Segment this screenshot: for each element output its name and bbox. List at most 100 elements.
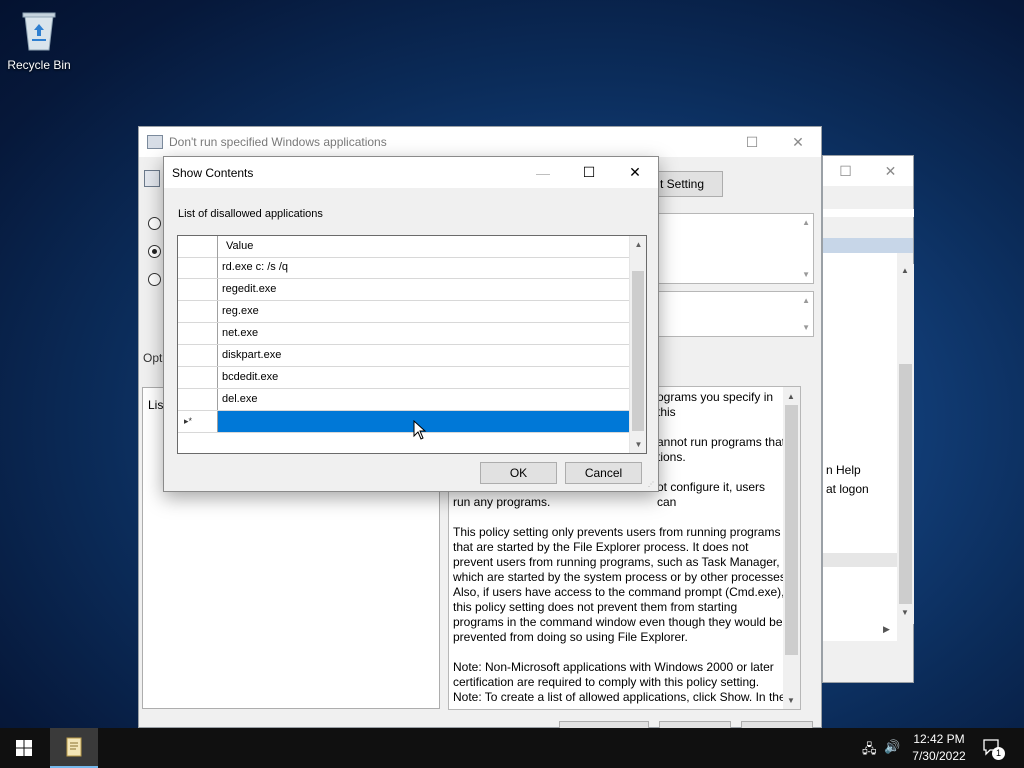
back-window-item[interactable]: n Help	[826, 463, 861, 477]
row-header[interactable]	[178, 323, 218, 344]
back-window-maximize-button[interactable]: ☐	[823, 156, 868, 186]
help-line: ograms you specify in this	[657, 390, 774, 419]
grid-scroll-thumb[interactable]	[632, 271, 644, 431]
policy-titlebar[interactable]: Don't run specified Windows applications…	[139, 127, 821, 157]
scroll-right-icon[interactable]: ▶	[883, 624, 890, 635]
not-configured-radio[interactable]	[148, 217, 161, 230]
scroll-up-icon[interactable]: ▲	[901, 266, 909, 275]
grid-header-row: Value	[178, 236, 629, 258]
help-paragraph: Note: Non-Microsoft applications with Wi…	[453, 660, 774, 689]
recycle-bin-icon	[19, 8, 59, 52]
dialog-title: Show Contents	[172, 165, 254, 180]
disabled-radio[interactable]	[148, 273, 161, 286]
row-header[interactable]	[178, 257, 218, 278]
dialog-close-button[interactable]: ✕	[612, 158, 658, 188]
help-scroll-thumb[interactable]	[785, 405, 798, 655]
background-window: ☐ ✕ n Help at logon ▲ ▼ ▶	[822, 155, 914, 683]
value-column-header[interactable]: Value	[218, 236, 629, 257]
taskbar-policy-editor-app[interactable]	[50, 728, 98, 768]
table-row[interactable]: regedit.exe	[178, 279, 629, 301]
policy-close-button[interactable]: ✕	[775, 127, 821, 157]
policy-setting-icon	[144, 170, 160, 187]
grid-scroll-up-icon[interactable]: ▲	[630, 236, 647, 253]
table-row[interactable]: del.exe	[178, 389, 629, 411]
policy-maximize-button[interactable]: ☐	[729, 127, 775, 157]
help-paragraph: Note: To create a list of allowed applic…	[453, 690, 786, 704]
back-window-tree: n Help at logon	[823, 253, 897, 641]
resize-grip-icon[interactable]: ⋰	[648, 481, 656, 489]
row-value[interactable]: regedit.exe	[218, 279, 629, 300]
scroll-down-icon[interactable]: ▼	[901, 608, 909, 617]
comment-scroll-up-icon[interactable]: ▲	[802, 218, 810, 227]
back-window-close-button[interactable]: ✕	[868, 156, 913, 186]
dialog-maximize-button[interactable]: ☐	[566, 158, 612, 188]
row-value[interactable]: bcdedit.exe	[218, 367, 629, 388]
comment-textbox[interactable]: ▲ ▼	[657, 213, 814, 284]
table-row[interactable]: reg.exe	[178, 301, 629, 323]
table-row[interactable]: bcdedit.exe	[178, 367, 629, 389]
next-setting-label: t Setting	[660, 177, 705, 191]
row-header[interactable]	[178, 389, 218, 410]
recycle-bin-desktop-icon[interactable]: Recycle Bin	[4, 6, 74, 78]
new-row-marker: ▸*	[178, 411, 218, 432]
supported-on-textbox: ▲ ▼	[657, 291, 814, 337]
taskbar: 🖧 🔊 12:42 PM 7/30/2022 1	[0, 728, 1024, 768]
help-scroll-up-icon[interactable]: ▲	[787, 389, 795, 404]
row-value[interactable]: del.exe	[218, 389, 629, 410]
new-entry-row[interactable]: ▸*	[178, 411, 629, 433]
ok-button-label: OK	[509, 466, 528, 480]
row-value[interactable]: net.exe	[218, 323, 629, 344]
back-window-item[interactable]: at logon	[826, 482, 869, 496]
row-value[interactable]: reg.exe	[218, 301, 629, 322]
scroll-document-icon	[66, 737, 82, 757]
clock[interactable]: 12:42 PM 7/30/2022	[900, 731, 978, 765]
table-row[interactable]: net.exe	[178, 323, 629, 345]
row-header[interactable]	[178, 279, 218, 300]
row-value[interactable]: diskpart.exe	[218, 345, 629, 366]
grid-scroll-down-icon[interactable]: ▼	[630, 436, 647, 453]
help-scrollbar[interactable]: ▲ ▼	[783, 387, 800, 709]
dialog-minimize-button[interactable]: —	[520, 158, 566, 188]
scroll-thumb[interactable]	[899, 364, 912, 604]
ok-button[interactable]: OK	[480, 462, 557, 484]
volume-icon[interactable]: 🔊	[884, 739, 900, 755]
start-button[interactable]	[0, 728, 48, 768]
cancel-button[interactable]: Cancel	[565, 462, 642, 484]
help-paragraph: This policy setting only prevents users …	[453, 525, 790, 644]
help-line: tions.	[657, 450, 686, 464]
row-value[interactable]: rd.exe c: /s /q	[218, 257, 629, 278]
table-row[interactable]: rd.exe c: /s /q	[178, 257, 629, 279]
back-window-hover-row	[823, 553, 897, 567]
mouse-cursor-icon	[413, 419, 427, 443]
options-label: Opti	[143, 351, 166, 365]
supported-scroll-up-icon[interactable]: ▲	[802, 296, 810, 305]
disallowed-apps-grid[interactable]: Value rd.exe c: /s /q regedit.exe reg.ex…	[177, 235, 647, 454]
row-header-corner	[178, 236, 218, 257]
supported-scroll-down-icon[interactable]: ▼	[802, 323, 810, 332]
back-window-toolbar-strip	[823, 209, 914, 217]
grid-scrollbar[interactable]: ▲ ▼	[629, 236, 646, 453]
row-header[interactable]	[178, 367, 218, 388]
action-center-icon[interactable]: 1	[982, 738, 1005, 760]
policy-window-icon	[147, 135, 163, 149]
notification-badge: 1	[992, 747, 1005, 760]
clock-time: 12:42 PM	[913, 732, 965, 746]
network-icon[interactable]: 🖧	[862, 740, 877, 762]
row-header[interactable]	[178, 301, 218, 322]
clock-date: 7/30/2022	[912, 749, 966, 763]
table-row[interactable]: diskpart.exe	[178, 345, 629, 367]
cancel-button-label: Cancel	[584, 466, 623, 480]
help-scroll-down-icon[interactable]: ▼	[787, 693, 795, 708]
comment-scroll-down-icon[interactable]: ▼	[802, 270, 810, 279]
row-header[interactable]	[178, 345, 218, 366]
policy-window-title: Don't run specified Windows applications	[169, 135, 387, 149]
recycle-bin-label: Recycle Bin	[7, 58, 71, 72]
dialog-titlebar[interactable]: Show Contents — ☐ ✕	[164, 157, 658, 188]
back-window-selected-row	[823, 238, 913, 253]
windows-logo-icon	[16, 740, 32, 756]
help-line: run any programs.	[453, 495, 551, 509]
back-window-scrollbar[interactable]: ▲ ▼	[897, 264, 914, 624]
help-line: annot run programs that	[657, 435, 786, 449]
show-contents-dialog: Show Contents — ☐ ✕ List of disallowed a…	[163, 156, 659, 492]
enabled-radio[interactable]	[148, 245, 161, 258]
